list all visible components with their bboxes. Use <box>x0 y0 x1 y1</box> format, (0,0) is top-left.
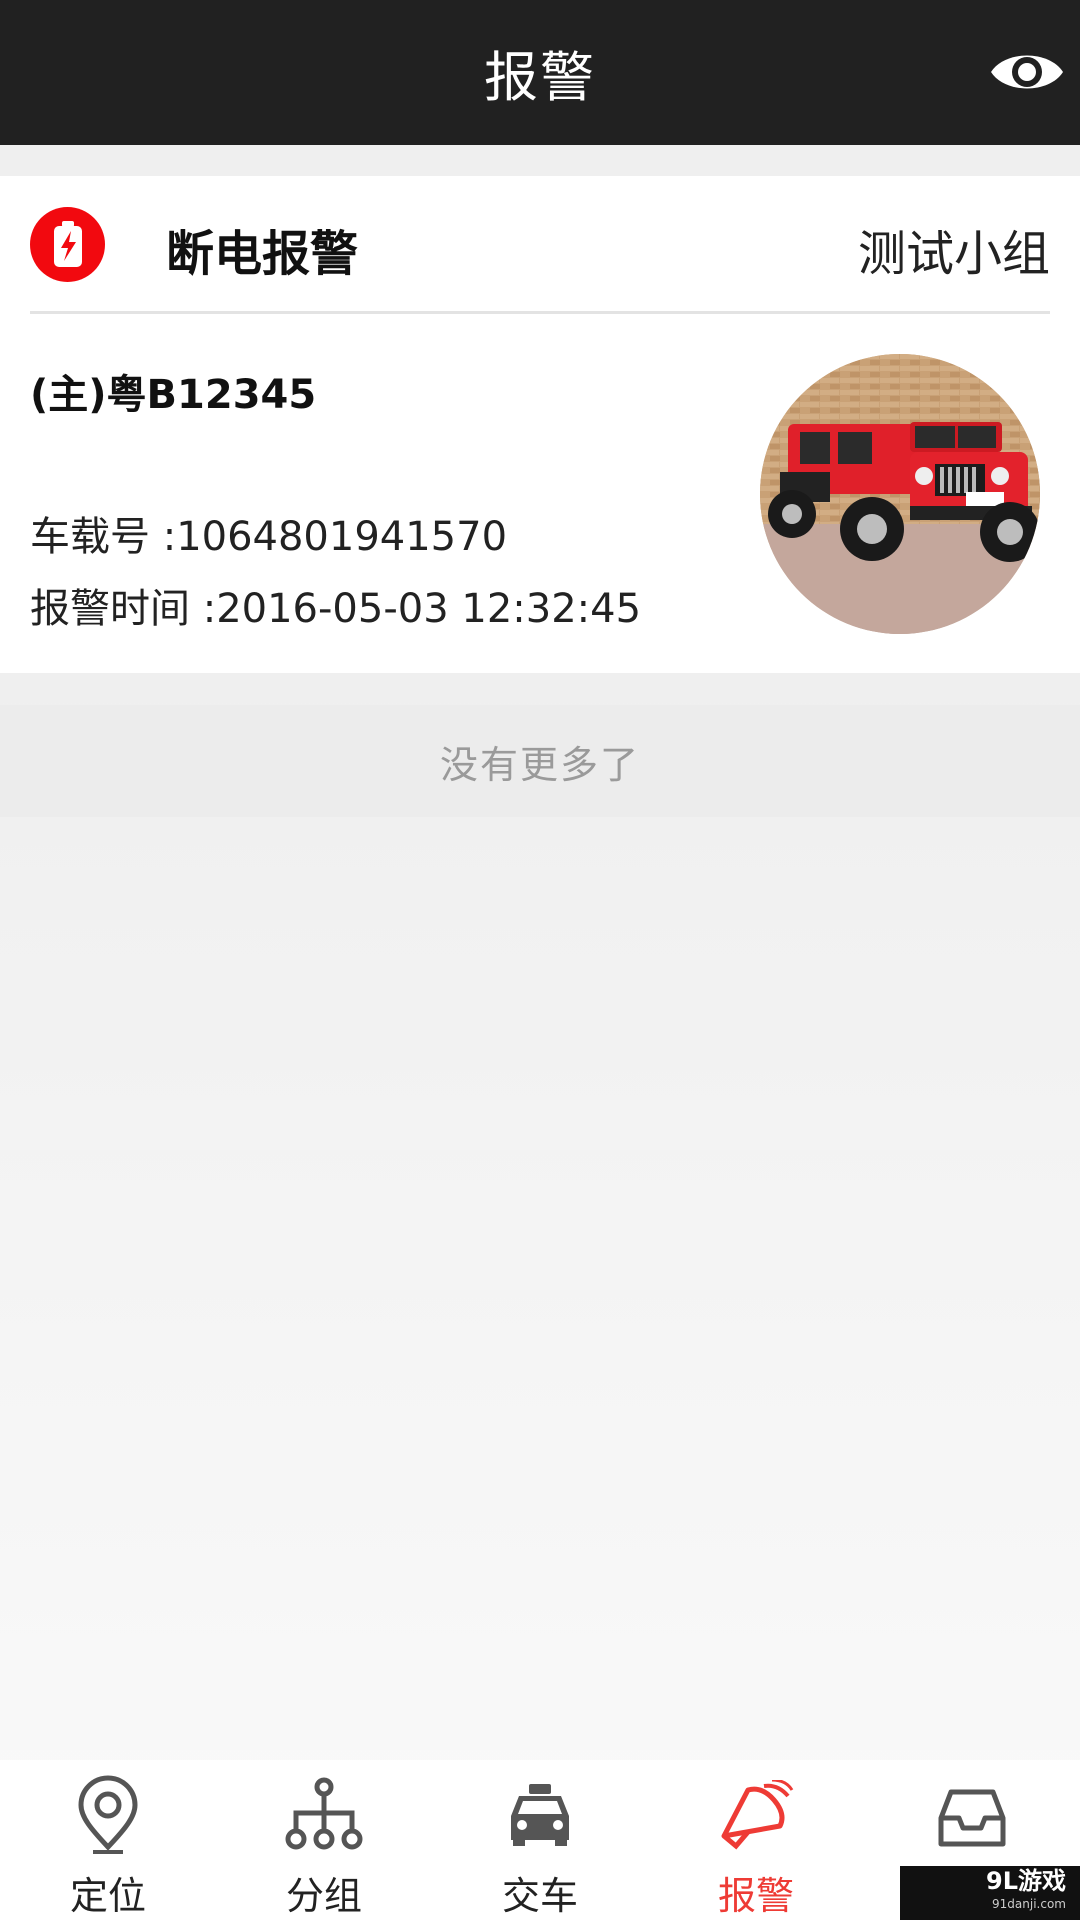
tab-label: 交车 <box>501 1874 578 1918</box>
list-end-banner: 没有更多了 <box>0 705 1080 817</box>
no-more-text: 没有更多了 <box>439 742 640 787</box>
car-icon <box>495 1774 585 1855</box>
bottom-tab-bar: 定位 分组 交车 报警 9L游戏 91danji.com <box>0 1760 1080 1920</box>
inbox-icon <box>927 1774 1017 1864</box>
group-name: 测试小组 <box>857 226 1050 282</box>
alarm-siren-icon <box>711 1774 801 1855</box>
tab-label: 分组 <box>285 1874 362 1918</box>
location-pin-icon <box>63 1774 153 1855</box>
tab-label: 报警 <box>717 1874 794 1918</box>
watermark-logo: 9L游戏 91danji.com <box>900 1866 1080 1920</box>
tab-alarm[interactable]: 报警 <box>648 1760 864 1920</box>
tab-label: 定位 <box>69 1874 146 1918</box>
device-number: 车载号 :1064801941570 <box>30 514 508 560</box>
alarm-card-header: 断电报警 测试小组 <box>0 176 1080 314</box>
plate-number: (主)粤B12345 <box>30 372 317 418</box>
tab-handover[interactable]: 交车 <box>432 1760 648 1920</box>
tab-location[interactable]: 定位 <box>0 1760 216 1920</box>
top-bar: 报警 <box>0 0 1080 145</box>
hierarchy-icon <box>279 1774 369 1855</box>
vehicle-photo <box>760 354 1040 634</box>
divider <box>30 311 1050 314</box>
alarm-card[interactable]: 断电报警 测试小组 (主)粤B12345 车载号 :1064801941570 … <box>0 176 1080 673</box>
tab-group[interactable]: 分组 <box>216 1760 432 1920</box>
alarm-time: 报警时间 :2016-05-03 12:32:45 <box>30 586 642 632</box>
eye-icon[interactable] <box>988 44 1066 100</box>
alarm-type: 断电报警 <box>166 226 359 282</box>
power-alarm-icon <box>30 207 105 282</box>
page-title: 报警 <box>484 46 596 109</box>
